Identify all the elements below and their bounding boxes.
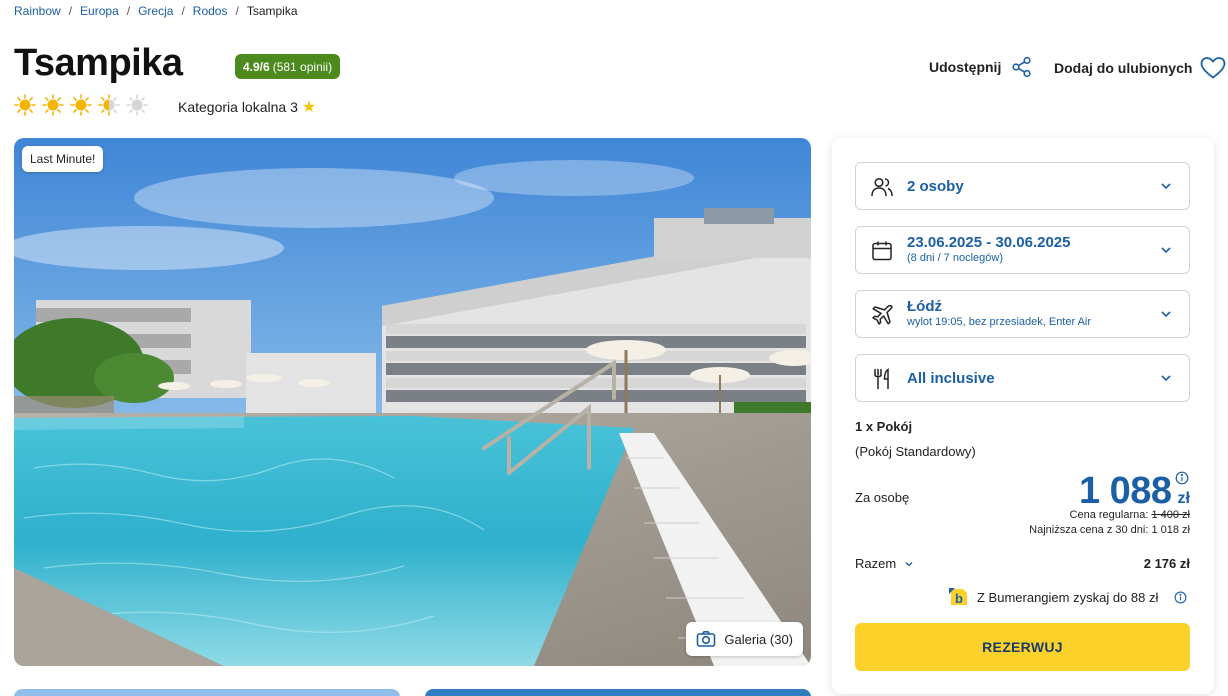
chevron-down-icon [1161, 311, 1171, 318]
persons-icon [871, 177, 893, 197]
chevron-down-icon [1161, 375, 1171, 382]
fork-knife-icon [874, 368, 889, 390]
room-type: (Pokój Standardowy) [855, 444, 976, 459]
local-category: Kategoria lokalna 3 ★ [178, 97, 316, 117]
breadcrumb-link-europa[interactable]: Europa [80, 4, 119, 18]
breadcrumb-separator: / [68, 4, 73, 18]
board-value: All inclusive [907, 370, 995, 387]
gallery-label: Galeria (30) [724, 631, 793, 647]
price-amount: 1 088 [1078, 470, 1172, 512]
bumerang-text: Z Bumerangiem zyskaj do 88 zł [977, 589, 1159, 605]
sun-full-icon [42, 94, 64, 116]
info-icon[interactable] [1174, 591, 1187, 604]
rating-badge[interactable]: 4.9/6 (581 opinii) [235, 54, 341, 79]
lowest-price-30-days: Najniższa cena z 30 dni: 1 018 zł [1029, 524, 1190, 536]
svg-text:b: b [955, 591, 963, 606]
breadcrumb: Rainbow / Europa / Grecja / Rodos / Tsam… [14, 4, 298, 18]
dates-value: 23.06.2025 - 30.06.2025 [907, 234, 1071, 251]
calendar-icon [872, 241, 892, 261]
breadcrumb-separator: / [235, 4, 239, 18]
sun-half-icon [98, 94, 120, 116]
bumerang-promo: b Z Bumerangiem zyskaj do 88 zł [947, 586, 1187, 608]
camera-icon [697, 631, 716, 647]
chevron-down-icon [1161, 247, 1171, 254]
chevron-down-icon [905, 561, 913, 566]
regular-price-value: 1 400 zł [1151, 509, 1190, 521]
sun-rating [14, 94, 148, 116]
chevron-down-icon [1161, 183, 1171, 190]
sun-empty-icon [126, 94, 148, 116]
share-icon [1012, 56, 1031, 78]
add-to-favorites-button[interactable]: Dodaj do ulubionych [1054, 56, 1226, 80]
price-per-person: 1 088 zł [1079, 470, 1190, 513]
persons-selector[interactable]: 2 osoby [855, 162, 1190, 210]
regular-price-label: Cena regularna: [1069, 509, 1149, 521]
sun-full-icon [14, 94, 36, 116]
gallery-button[interactable]: Galeria (30) [686, 622, 803, 656]
departure-selector[interactable]: Łódź wylot 19:05, bez przesiadek, Enter … [855, 290, 1190, 338]
share-button[interactable]: Udostępnij [929, 56, 1033, 78]
hotel-title: Tsampika [14, 42, 183, 84]
hotel-hero-image[interactable]: Last Minute! Galeria (30) [14, 138, 811, 666]
departure-details: wylot 19:05, bez przesiadek, Enter Air [907, 316, 1092, 328]
room-count: 1 x Pokój [855, 419, 913, 434]
share-label: Udostępnij [929, 59, 1002, 75]
dates-duration: (8 dni / 7 noclegów) [907, 252, 1003, 264]
heart-icon [1201, 57, 1226, 79]
dates-selector[interactable]: 23.06.2025 - 30.06.2025 (8 dni / 7 nocle… [855, 226, 1190, 274]
total-price: 2 176 zł [1143, 556, 1190, 571]
breadcrumb-separator: / [181, 4, 185, 18]
reserve-button[interactable]: REZERWUJ [855, 623, 1190, 671]
breadcrumb-current: Tsampika [246, 4, 298, 18]
persons-value: 2 osoby [907, 178, 964, 195]
board-selector[interactable]: All inclusive [855, 354, 1190, 402]
rating-score: 4.9/6 [243, 59, 270, 74]
breadcrumb-link-rodos[interactable]: Rodos [193, 4, 228, 18]
breadcrumb-link-grecja[interactable]: Grecja [138, 4, 173, 18]
sun-full-icon [70, 94, 92, 116]
info-icon[interactable] [1175, 471, 1189, 485]
star-icon: ★ [301, 99, 317, 116]
breadcrumb-link-rainbow[interactable]: Rainbow [14, 4, 61, 18]
booking-panel: 2 osoby 23.06.2025 - 30.06.2025 (8 dni /… [832, 138, 1214, 694]
airplane-icon [872, 304, 893, 325]
rating-count: (581 opinii) [272, 59, 333, 74]
regular-price: Cena regularna: 1 400 zł [1070, 509, 1190, 521]
breadcrumb-separator: / [126, 4, 131, 18]
bumerang-logo-icon: b [949, 588, 967, 606]
thumbnail-image[interactable] [14, 689, 400, 696]
total-toggle[interactable]: Razem [855, 556, 914, 571]
departure-city: Łódź [907, 298, 942, 315]
per-person-label: Za osobę [855, 490, 910, 505]
local-category-label: Kategoria lokalna 3 [178, 99, 298, 115]
total-label: Razem [855, 556, 897, 571]
last-minute-badge: Last Minute! [22, 146, 104, 172]
thumbnail-image[interactable] [425, 689, 811, 696]
price-currency: zł [1177, 490, 1190, 507]
hotel-photo [14, 138, 811, 666]
favorite-label: Dodaj do ulubionych [1054, 60, 1193, 76]
